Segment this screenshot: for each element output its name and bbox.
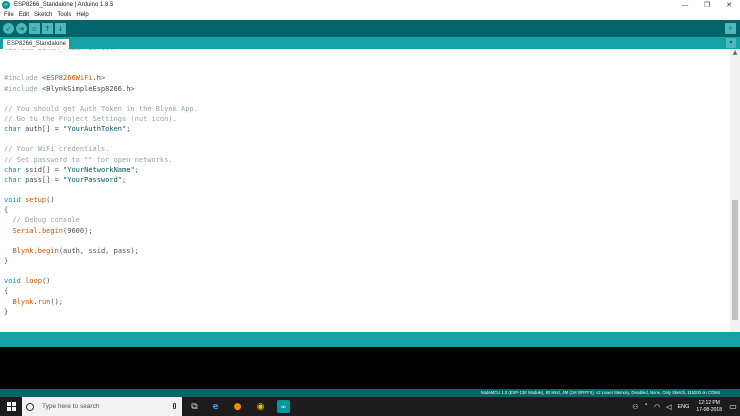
code-line[interactable]: void loop(): [4, 276, 198, 286]
code-line[interactable]: // Go to the Project Settings (nut icon)…: [4, 114, 198, 124]
new-icon: ▫: [32, 24, 37, 33]
code-line[interactable]: Blynk.run();: [4, 297, 198, 307]
save-icon: ↓: [57, 24, 64, 33]
windows-taskbar: Type here to search ⧉ e ● ◉ ∞ ⚇ ˄ ◠ ◁ EN…: [0, 397, 740, 416]
code-line[interactable]: void setup(): [4, 195, 198, 205]
code-line[interactable]: [4, 266, 198, 276]
upload-button[interactable]: ➔: [16, 23, 27, 34]
verify-button[interactable]: ✓: [3, 23, 14, 34]
arduino-taskbar-icon[interactable]: ∞: [277, 400, 290, 413]
code-line[interactable]: // Set password to "" for open networks.: [4, 155, 198, 165]
code-line[interactable]: char pass[] = "YourPassword";: [4, 175, 198, 185]
clock[interactable]: 12:12 PM 17-08-2018: [696, 400, 722, 413]
code-line[interactable]: [4, 53, 198, 63]
new-button[interactable]: ▫: [29, 23, 40, 34]
minimize-button[interactable]: —: [674, 0, 696, 10]
verify-icon: ✓: [5, 24, 12, 33]
menu-tools[interactable]: Tools: [57, 12, 71, 18]
code-line[interactable]: {: [4, 286, 198, 296]
open-icon: ↑: [44, 24, 51, 33]
menu-help[interactable]: Help: [76, 12, 88, 18]
people-icon[interactable]: ⚇: [632, 403, 638, 411]
cortana-icon: [26, 402, 34, 411]
code-line[interactable]: {: [4, 205, 198, 215]
edge-icon[interactable]: e: [209, 400, 222, 413]
toolbar: ✓ ➔ ▫ ↑ ↓ ⌕: [0, 20, 740, 37]
code-line[interactable]: [4, 236, 198, 246]
code-line[interactable]: }: [4, 307, 198, 317]
windows-logo-icon: [6, 402, 16, 411]
serial-monitor-button[interactable]: ⌕: [725, 23, 736, 34]
tab-menu-button[interactable]: ▾: [726, 38, 736, 48]
code-line[interactable]: // Your WiFi credentials.: [4, 144, 198, 154]
code-line[interactable]: [4, 94, 198, 104]
code-line[interactable]: char ssid[] = "YourNetworkName";: [4, 165, 198, 175]
save-button[interactable]: ↓: [55, 23, 66, 34]
arduino-app-icon: ∞: [2, 1, 10, 9]
language-indicator[interactable]: ENG: [678, 404, 690, 410]
scroll-thumb[interactable]: [732, 200, 738, 320]
window-controls: — ❐ ✕: [674, 0, 740, 10]
code-line[interactable]: [4, 63, 198, 73]
task-view-icon[interactable]: ⧉: [188, 400, 201, 413]
chevron-down-icon: ▾: [729, 39, 733, 46]
message-bar: [0, 332, 740, 347]
code-line[interactable]: [4, 185, 198, 195]
code-line[interactable]: Blynk.begin(auth, ssid, pass);: [4, 246, 198, 256]
chrome-icon[interactable]: ◉: [254, 400, 267, 413]
board-status-bar: NodeMCU 1.0 (ESP-12E Module), 80 MHz, 4M…: [0, 389, 740, 397]
code-line[interactable]: char auth[] = "YourAuthToken";: [4, 124, 198, 134]
code-editor[interactable]: #define BLYNK_PRINT Serial #include <ESP…: [0, 49, 730, 332]
menu-sketch[interactable]: Sketch: [34, 12, 52, 18]
notification-icon[interactable]: ▭: [726, 397, 740, 416]
clock-time: 12:12 PM: [698, 400, 720, 406]
board-info: NodeMCU 1.0 (ESP-12E Module), 80 MHz, 4M…: [480, 390, 720, 395]
code-line[interactable]: // Debug console: [4, 215, 198, 225]
upload-icon: ➔: [18, 24, 25, 33]
code-line[interactable]: #include <ESP8266WiFi.h>: [4, 73, 198, 83]
search-placeholder: Type here to search: [42, 403, 100, 410]
menu-bar: File Edit Sketch Tools Help: [0, 10, 740, 20]
volume-icon[interactable]: ◁: [666, 403, 671, 411]
window-title: ESP8266_Standalone | Arduino 1.8.5: [14, 2, 114, 8]
firefox-icon[interactable]: ●: [231, 400, 244, 413]
system-tray: ⚇ ˄ ◠ ◁ ENG 12:12 PM 17-08-2018 ▭: [629, 397, 740, 416]
wifi-icon[interactable]: ◠: [654, 403, 660, 411]
code-area[interactable]: #define BLYNK_PRINT Serial #include <ESP…: [4, 49, 198, 317]
code-line[interactable]: [4, 134, 198, 144]
maximize-button[interactable]: ❐: [696, 0, 718, 10]
open-button[interactable]: ↑: [42, 23, 53, 34]
title-bar: ∞ ESP8266_Standalone | Arduino 1.8.5 — ❐…: [0, 0, 740, 10]
serial-monitor-icon: ⌕: [728, 24, 733, 32]
tab-bar: ESP8266_Standalone ▾: [0, 37, 740, 49]
code-line[interactable]: }: [4, 256, 198, 266]
scroll-up-arrow-icon[interactable]: ▲: [730, 49, 740, 58]
tab-esp8266-standalone[interactable]: ESP8266_Standalone: [3, 39, 69, 49]
close-button[interactable]: ✕: [718, 0, 740, 10]
code-line[interactable]: // You should get Auth Token in the Blyn…: [4, 104, 198, 114]
start-button[interactable]: [0, 397, 22, 416]
code-line[interactable]: Serial.begin(9600);: [4, 226, 198, 236]
menu-file[interactable]: File: [4, 12, 14, 18]
console-output[interactable]: [0, 347, 740, 389]
code-line[interactable]: #include <BlynkSimpleEsp8266.h>: [4, 84, 198, 94]
chevron-up-icon[interactable]: ˄: [645, 403, 649, 411]
taskbar-search-box[interactable]: Type here to search: [22, 397, 182, 416]
microphone-icon[interactable]: [173, 403, 176, 409]
menu-edit[interactable]: Edit: [19, 12, 29, 18]
clock-date: 17-08-2018: [696, 406, 722, 413]
